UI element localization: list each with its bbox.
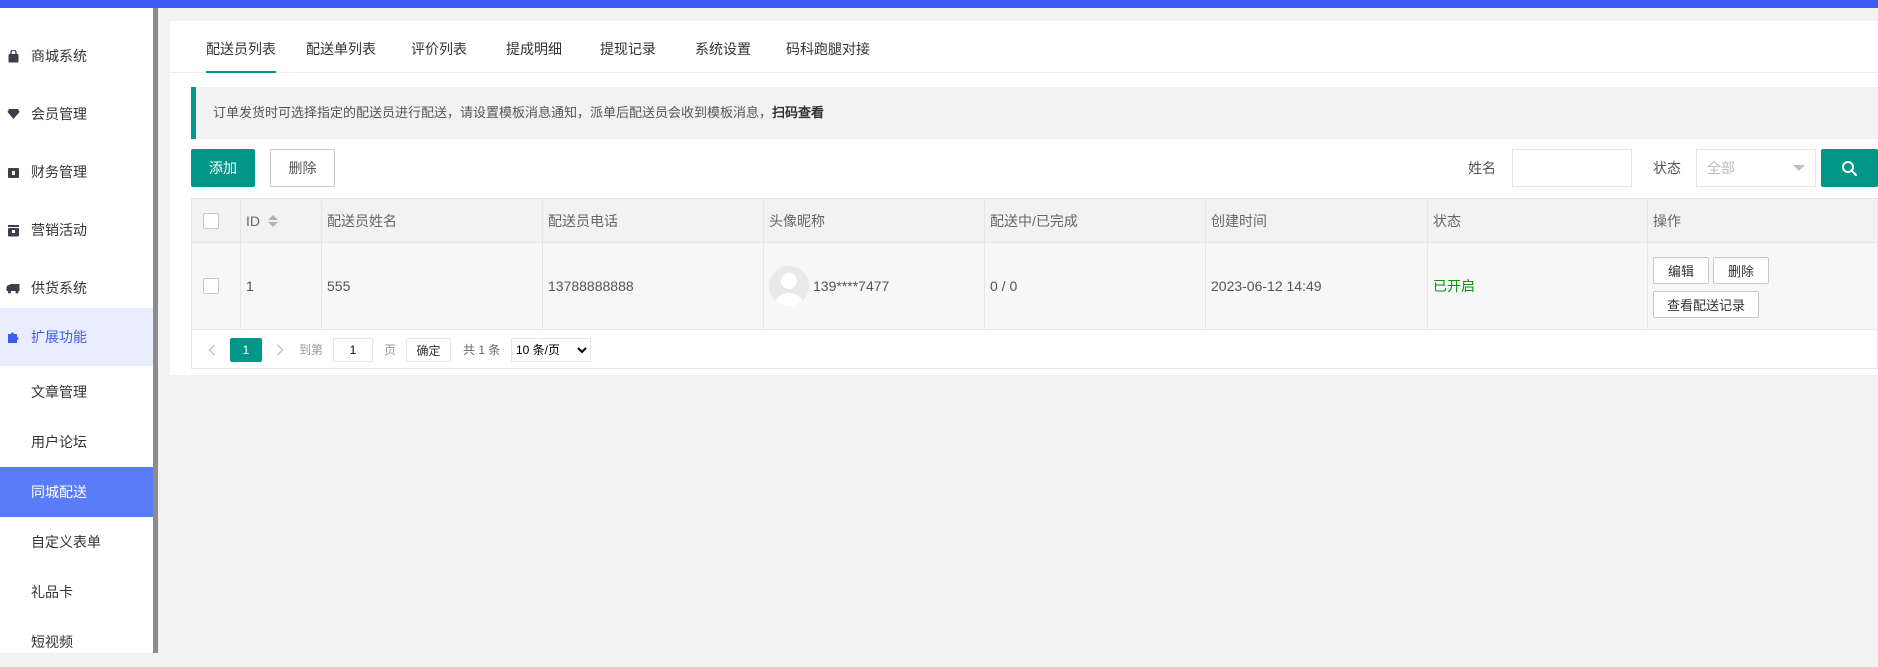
search-button[interactable] (1821, 149, 1878, 187)
row-select-cell (192, 243, 241, 329)
status-filter-label: 状态 (1653, 160, 1681, 176)
goto-page-input[interactable] (333, 338, 373, 362)
sidebar-item-extensions[interactable]: 扩展功能 (0, 308, 153, 366)
cell-actions: 编辑 删除 查看配送记录 (1648, 243, 1877, 329)
name-filter-label: 姓名 (1468, 160, 1496, 176)
table-header: ID 配送员姓名 配送员电话 头像昵称 配送中/已完成 创建时间 状态 操作 (192, 199, 1877, 243)
sidebar-subitem-gift-card[interactable]: 礼品卡 (0, 567, 153, 617)
wallet-icon (6, 165, 20, 179)
caret-down-icon (1793, 165, 1805, 171)
cell-delivery-progress: 0 / 0 (985, 243, 1206, 329)
sidebar-item-label: 供货系统 (31, 280, 87, 296)
column-header-label: ID (246, 212, 260, 229)
cell-id: 1 (241, 243, 322, 329)
sort-icon[interactable] (268, 214, 278, 227)
sidebar-subitem-label: 文章管理 (31, 384, 87, 400)
name-filter-input[interactable] (1512, 149, 1632, 187)
current-page[interactable]: 1 (230, 338, 262, 362)
sidebar-subitem-local-delivery[interactable]: 同城配送 (0, 467, 153, 517)
column-header-delivery-progress: 配送中/已完成 (985, 199, 1206, 242)
sidebar-subitem-articles[interactable]: 文章管理 (0, 367, 153, 417)
cell-nickname: 139****7477 (813, 278, 890, 294)
page-size-select[interactable]: 10 条/页 (511, 338, 591, 362)
column-header-phone: 配送员电话 (543, 199, 764, 242)
sidebar-item-mall[interactable]: 商城系统 (0, 27, 153, 85)
sidebar-subitem-label: 自定义表单 (31, 534, 101, 550)
select-all-checkbox[interactable] (203, 212, 219, 229)
sidebar-item-label: 扩展功能 (31, 329, 87, 345)
scan-qr-link[interactable]: 扫码查看 (772, 105, 824, 120)
default-avatar-icon (774, 273, 804, 306)
main-panel: 配送员列表 配送单列表 评价列表 提成明细 提现记录 系统设置 码科跑腿对接 订… (170, 21, 1878, 375)
table-row: 1 555 13788888888 139****7477 0 / 0 2023… (192, 243, 1877, 330)
notice-banner: 订单发货时可选择指定的配送员进行配送，请设置模板消息通知，派单后配送员会收到模板… (191, 87, 1878, 139)
cell-created-time: 2023-06-12 14:49 (1206, 243, 1428, 329)
edit-button[interactable]: 编辑 (1653, 257, 1709, 284)
gift-box-icon (6, 223, 20, 237)
sidebar-subitem-label: 礼品卡 (31, 584, 73, 600)
page-unit-label: 页 (384, 343, 397, 357)
sidebar: 商城系统 会员管理 财务管理 营销活动 供货系统 扩展功能 文章管理 用户论坛 (0, 8, 158, 653)
sidebar-subitem-short-video[interactable]: 短视频 (0, 617, 153, 667)
select-all-cell (192, 199, 241, 242)
tab-system-settings[interactable]: 系统设置 (695, 21, 751, 72)
bag-icon (6, 49, 20, 63)
status-filter-placeholder: 全部 (1707, 160, 1735, 176)
truck-icon (6, 281, 20, 295)
search-icon (1841, 160, 1858, 177)
sidebar-item-label: 商城系统 (31, 48, 87, 64)
sidebar-item-marketing[interactable]: 营销活动 (0, 201, 153, 259)
status-badge: 已开启 (1433, 278, 1475, 294)
sidebar-item-label: 财务管理 (31, 164, 87, 180)
cell-avatar-nickname: 139****7477 (764, 243, 985, 329)
tab-delivery-orders[interactable]: 配送单列表 (306, 21, 376, 72)
column-header-actions: 操作 (1653, 212, 1681, 229)
column-header-name: 配送员姓名 (322, 199, 543, 242)
top-bar (0, 0, 1878, 8)
cell-status: 已开启 (1428, 243, 1648, 329)
total-count: 共 1 条 (463, 343, 501, 357)
sidebar-subitem-custom-form[interactable]: 自定义表单 (0, 517, 153, 567)
sidebar-subitem-label: 短视频 (31, 634, 73, 650)
goto-label: 到第 (299, 343, 324, 357)
prev-page-icon[interactable] (204, 338, 220, 362)
sidebar-item-label: 营销活动 (31, 222, 87, 238)
sidebar-subitem-label: 用户论坛 (31, 434, 87, 450)
notice-text: 订单发货时可选择指定的配送员进行配送，请设置模板消息通知，派单后配送员会收到模板… (213, 105, 773, 120)
row-checkbox[interactable] (203, 278, 219, 294)
cell-name: 555 (322, 243, 543, 329)
sidebar-item-members[interactable]: 会员管理 (0, 85, 153, 143)
cell-phone: 13788888888 (543, 243, 764, 329)
tab-courier-list[interactable]: 配送员列表 (206, 21, 276, 73)
status-filter-select[interactable]: 全部 (1696, 149, 1816, 187)
tab-bar: 配送员列表 配送单列表 评价列表 提成明细 提现记录 系统设置 码科跑腿对接 (170, 21, 1878, 73)
avatar (769, 266, 809, 306)
diamond-icon (6, 107, 20, 121)
tab-commission-detail[interactable]: 提成明细 (506, 21, 562, 72)
tab-withdraw-records[interactable]: 提现记录 (600, 21, 656, 72)
add-button[interactable]: 添加 (191, 149, 255, 187)
column-header-status: 状态 (1428, 199, 1648, 242)
delete-button[interactable]: 删除 (270, 149, 335, 187)
sidebar-subitem-forum[interactable]: 用户论坛 (0, 417, 153, 467)
sidebar-item-label: 会员管理 (31, 106, 87, 122)
goto-confirm-button[interactable]: 确定 (406, 338, 451, 362)
next-page-icon[interactable] (272, 338, 288, 362)
column-header-id[interactable]: ID (241, 199, 322, 242)
row-delete-button[interactable]: 删除 (1713, 257, 1769, 284)
sidebar-item-finance[interactable]: 财务管理 (0, 143, 153, 201)
view-delivery-records-button[interactable]: 查看配送记录 (1653, 291, 1759, 318)
column-header-created: 创建时间 (1206, 199, 1428, 242)
pagination: 1 到第 页 确定 共 1 条 10 条/页 (192, 330, 1877, 368)
sidebar-subitem-label: 同城配送 (31, 484, 87, 500)
courier-table: ID 配送员姓名 配送员电话 头像昵称 配送中/已完成 创建时间 状态 操作 1… (191, 198, 1878, 369)
column-header-avatar-nickname: 头像昵称 (764, 199, 985, 242)
tab-reviews[interactable]: 评价列表 (411, 21, 467, 72)
tab-errand-integration[interactable]: 码科跑腿对接 (786, 21, 870, 72)
puzzle-icon (6, 330, 20, 344)
